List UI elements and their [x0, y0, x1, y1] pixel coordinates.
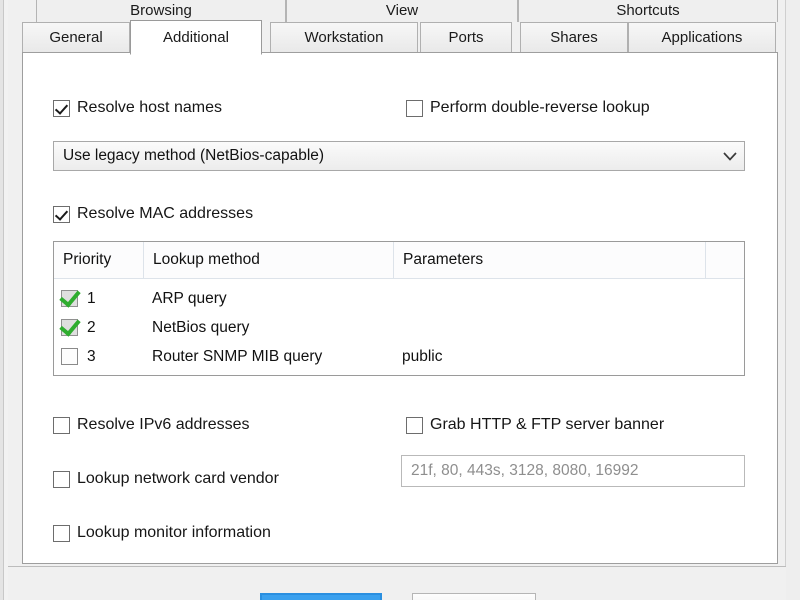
- checkbox-row-lookup-network-card-vendor[interactable]: Lookup network card vendor: [53, 470, 279, 488]
- ok-button[interactable]: [260, 593, 382, 600]
- tab-view-label: View: [385, 2, 419, 19]
- tab-general-label: General: [49, 29, 103, 46]
- table-row[interactable]: 1 ARP query: [54, 284, 744, 313]
- lookup-method-table-header: Priority Lookup method Parameters: [54, 242, 744, 279]
- resolve-ipv6-addresses-label: Resolve IPv6 addresses: [77, 416, 250, 433]
- tab-additional-label: Additional: [163, 29, 229, 46]
- tab-general[interactable]: General: [22, 22, 130, 53]
- row-method-value: Router SNMP MIB query: [152, 347, 323, 365]
- resolve-method-selected-value: Use legacy method (NetBios-capable): [63, 147, 325, 164]
- row-priority-cell: 1: [54, 284, 143, 313]
- tab-shares[interactable]: Shares: [520, 22, 628, 53]
- row-method-cell: Router SNMP MIB query: [143, 342, 393, 371]
- checkbox-row-resolve-ipv6-addresses[interactable]: Resolve IPv6 addresses: [53, 416, 250, 434]
- tab-shortcuts-label: Shortcuts: [616, 2, 680, 19]
- row-parameters-cell: [393, 284, 705, 313]
- tab-ports-label: Ports: [448, 29, 484, 46]
- column-header-parameters[interactable]: Parameters: [393, 242, 705, 279]
- column-header-priority-label: Priority: [63, 251, 112, 268]
- checkbox-row-resolve-host-names[interactable]: Resolve host names: [53, 99, 222, 117]
- window-inner-left: [4, 0, 8, 600]
- row-priority-value: 2: [87, 318, 96, 336]
- tab-additional[interactable]: Additional: [130, 20, 262, 55]
- row-method-cell: ARP query: [143, 284, 393, 313]
- row-parameters-value: public: [402, 347, 443, 365]
- row-method-cell: NetBios query: [143, 313, 393, 342]
- tab-workstation[interactable]: Workstation: [270, 22, 418, 53]
- tab-panel-additional: Resolve host names Perform double-revers…: [22, 52, 778, 564]
- grab-http-ftp-banner-checkbox[interactable]: [406, 416, 423, 434]
- tab-browsing-label: Browsing: [130, 2, 192, 19]
- tab-workstation-label: Workstation: [304, 29, 384, 46]
- row-priority-cell: 3: [54, 342, 143, 371]
- resolve-host-names-label: Resolve host names: [77, 99, 222, 116]
- table-row[interactable]: 2 NetBios query: [54, 313, 744, 342]
- lookup-monitor-information-label: Lookup monitor information: [77, 524, 271, 541]
- row-priority-value: 1: [87, 289, 96, 307]
- button-bar: [8, 567, 786, 600]
- tab-applications[interactable]: Applications: [628, 22, 776, 53]
- banner-ports-input[interactable]: [402, 461, 744, 481]
- table-row[interactable]: 3 Router SNMP MIB query public: [54, 342, 744, 371]
- lookup-network-card-vendor-label: Lookup network card vendor: [77, 470, 279, 487]
- grab-http-ftp-banner-label: Grab HTTP & FTP server banner: [430, 416, 665, 433]
- column-header-parameters-label: Parameters: [403, 251, 484, 268]
- row-parameters-cell: [393, 313, 705, 342]
- row-enable-checkbox[interactable]: [61, 348, 78, 365]
- row-enable-checkbox[interactable]: [61, 290, 78, 307]
- row-priority-cell: 2: [54, 313, 143, 342]
- tab-view[interactable]: View: [286, 0, 518, 22]
- tab-strip: General Additional Workstation Ports Sha…: [8, 20, 786, 55]
- tab-shares-label: Shares: [550, 29, 598, 46]
- row-method-value: NetBios query: [152, 318, 250, 336]
- row-parameters-cell: public: [393, 342, 705, 371]
- tab-strip-upper: Browsing View Shortcuts: [8, 0, 786, 22]
- lookup-monitor-information-checkbox[interactable]: [53, 524, 70, 542]
- checkbox-row-grab-http-ftp-banner[interactable]: Grab HTTP & FTP server banner: [406, 416, 664, 434]
- tab-applications-label: Applications: [661, 29, 743, 46]
- checkbox-row-resolve-mac-addresses[interactable]: Resolve MAC addresses: [53, 205, 253, 223]
- tab-browsing[interactable]: Browsing: [36, 0, 286, 22]
- tab-shortcuts[interactable]: Shortcuts: [518, 0, 778, 22]
- row-enable-checkbox[interactable]: [61, 319, 78, 336]
- chevron-down-icon[interactable]: [716, 142, 744, 170]
- resolve-mac-addresses-checkbox[interactable]: [53, 205, 70, 223]
- row-method-value: ARP query: [152, 289, 227, 307]
- resolve-ipv6-addresses-checkbox[interactable]: [53, 416, 70, 434]
- resolve-host-names-checkbox[interactable]: [53, 99, 70, 117]
- column-header-lookup-method[interactable]: Lookup method: [143, 242, 393, 279]
- column-header-extra[interactable]: [705, 242, 742, 279]
- resolve-method-dropdown[interactable]: Use legacy method (NetBios-capable): [53, 141, 745, 171]
- lookup-network-card-vendor-checkbox[interactable]: [53, 470, 70, 488]
- cancel-button[interactable]: [412, 593, 536, 600]
- checkbox-row-perform-double-reverse-lookup[interactable]: Perform double-reverse lookup: [406, 99, 650, 117]
- banner-ports-field[interactable]: [401, 455, 745, 487]
- tab-ports[interactable]: Ports: [420, 22, 512, 53]
- window-border-right: [786, 0, 800, 600]
- column-header-priority[interactable]: Priority: [54, 242, 143, 279]
- lookup-method-table-body: 1 ARP query 2 NetBios query 3 Router SNM…: [54, 284, 744, 371]
- lookup-method-table: Priority Lookup method Parameters 1 ARP …: [53, 241, 745, 376]
- checkbox-row-lookup-monitor-information[interactable]: Lookup monitor information: [53, 524, 271, 542]
- perform-double-reverse-lookup-label: Perform double-reverse lookup: [430, 99, 650, 116]
- row-priority-value: 3: [87, 347, 96, 365]
- application-window: Browsing View Shortcuts General Addition…: [0, 0, 800, 600]
- resolve-mac-addresses-label: Resolve MAC addresses: [77, 205, 254, 222]
- column-header-lookup-method-label: Lookup method: [153, 251, 260, 268]
- perform-double-reverse-lookup-checkbox[interactable]: [406, 99, 423, 117]
